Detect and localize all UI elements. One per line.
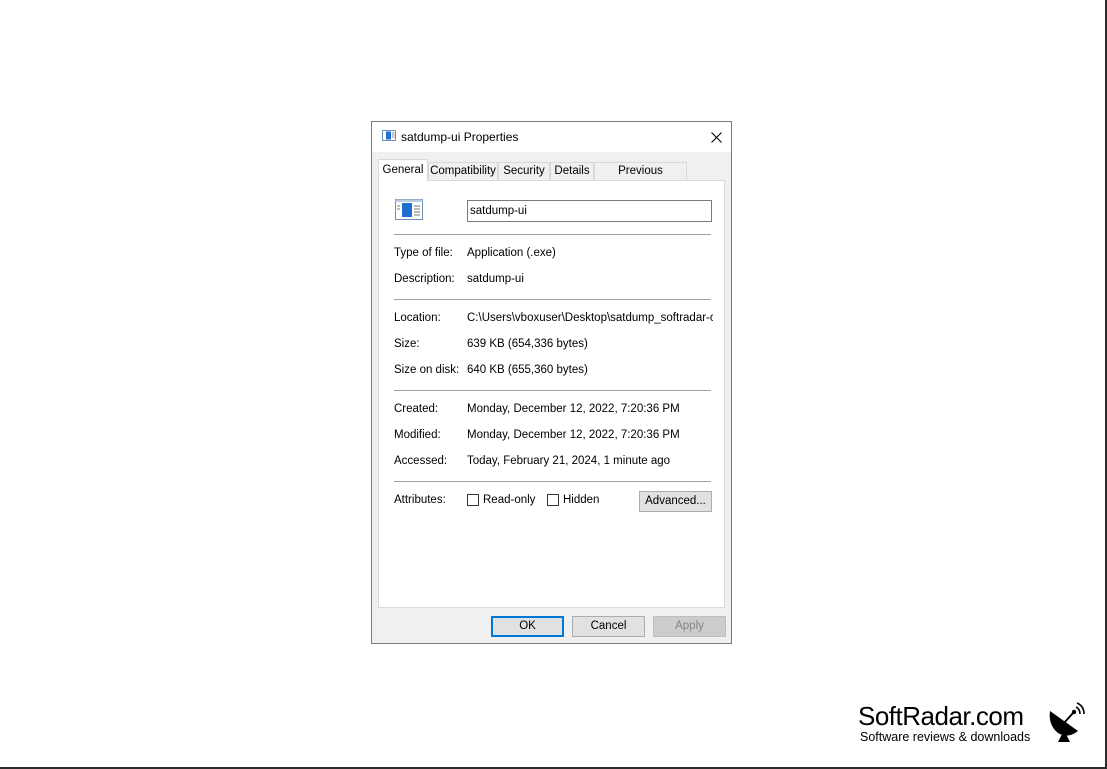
file-name-input[interactable] xyxy=(467,200,712,222)
title-bar[interactable]: satdump-ui Properties xyxy=(372,122,731,152)
accessed-value: Today, February 21, 2024, 1 minute ago xyxy=(467,455,671,467)
dialog-title: satdump-ui Properties xyxy=(401,130,519,144)
read-only-label: Read-only xyxy=(483,494,536,506)
divider xyxy=(394,390,711,391)
tab-previous-versions[interactable]: Previous Versions xyxy=(594,162,687,194)
divider xyxy=(394,481,711,482)
location-label: Location: xyxy=(394,312,441,324)
advanced-button[interactable]: Advanced... xyxy=(639,491,712,512)
size-on-disk-value: 640 KB (655,360 bytes) xyxy=(467,364,588,376)
tab-compatibility[interactable]: Compatibility xyxy=(428,162,498,180)
watermark-tagline: Software reviews & downloads xyxy=(860,730,1031,744)
tab-security[interactable]: Security xyxy=(498,162,550,180)
application-icon xyxy=(382,130,396,141)
hidden-checkbox[interactable]: Hidden xyxy=(547,494,599,506)
tab-details[interactable]: Details xyxy=(550,162,594,180)
divider xyxy=(394,234,711,235)
size-value: 639 KB (654,336 bytes) xyxy=(467,338,588,350)
description-label: Description: xyxy=(394,273,455,285)
size-label: Size: xyxy=(394,338,420,350)
apply-button[interactable]: Apply xyxy=(653,616,726,637)
watermark-name: SoftRadar.com xyxy=(858,701,1024,731)
read-only-checkbox-box[interactable] xyxy=(467,494,479,506)
close-button[interactable] xyxy=(701,122,731,152)
modified-value: Monday, December 12, 2022, 7:20:36 PM xyxy=(467,429,680,441)
description-value: satdump-ui xyxy=(467,273,524,285)
hidden-checkbox-box[interactable] xyxy=(547,494,559,506)
attributes-label: Attributes: xyxy=(394,494,446,506)
size-on-disk-label: Size on disk: xyxy=(394,364,460,376)
general-tab-panel: Type of file: Application (.exe) Descrip… xyxy=(378,180,725,608)
close-icon xyxy=(710,131,722,143)
ok-button[interactable]: OK xyxy=(491,616,564,637)
type-of-file-value: Application (.exe) xyxy=(467,247,556,259)
read-only-checkbox[interactable]: Read-only xyxy=(467,494,535,506)
type-of-file-label: Type of file: xyxy=(394,247,453,259)
softradar-watermark: SoftRadar.com Software reviews & downloa… xyxy=(858,701,1088,751)
created-label: Created: xyxy=(394,403,439,415)
modified-label: Modified: xyxy=(394,429,441,441)
satellite-dish-icon xyxy=(1049,702,1085,742)
divider xyxy=(394,299,711,300)
accessed-label: Accessed: xyxy=(394,455,448,467)
screen: satdump-ui Properties General Compatibil… xyxy=(0,0,1107,769)
hidden-label: Hidden xyxy=(563,494,600,506)
cancel-button[interactable]: Cancel xyxy=(572,616,645,637)
application-icon xyxy=(395,199,423,220)
tab-general[interactable]: General xyxy=(378,159,428,181)
created-value: Monday, December 12, 2022, 7:20:36 PM xyxy=(467,403,680,415)
location-value[interactable]: C:\Users\vboxuser\Desktop\satdump_softra… xyxy=(467,312,713,324)
properties-dialog: satdump-ui Properties General Compatibil… xyxy=(371,121,732,644)
